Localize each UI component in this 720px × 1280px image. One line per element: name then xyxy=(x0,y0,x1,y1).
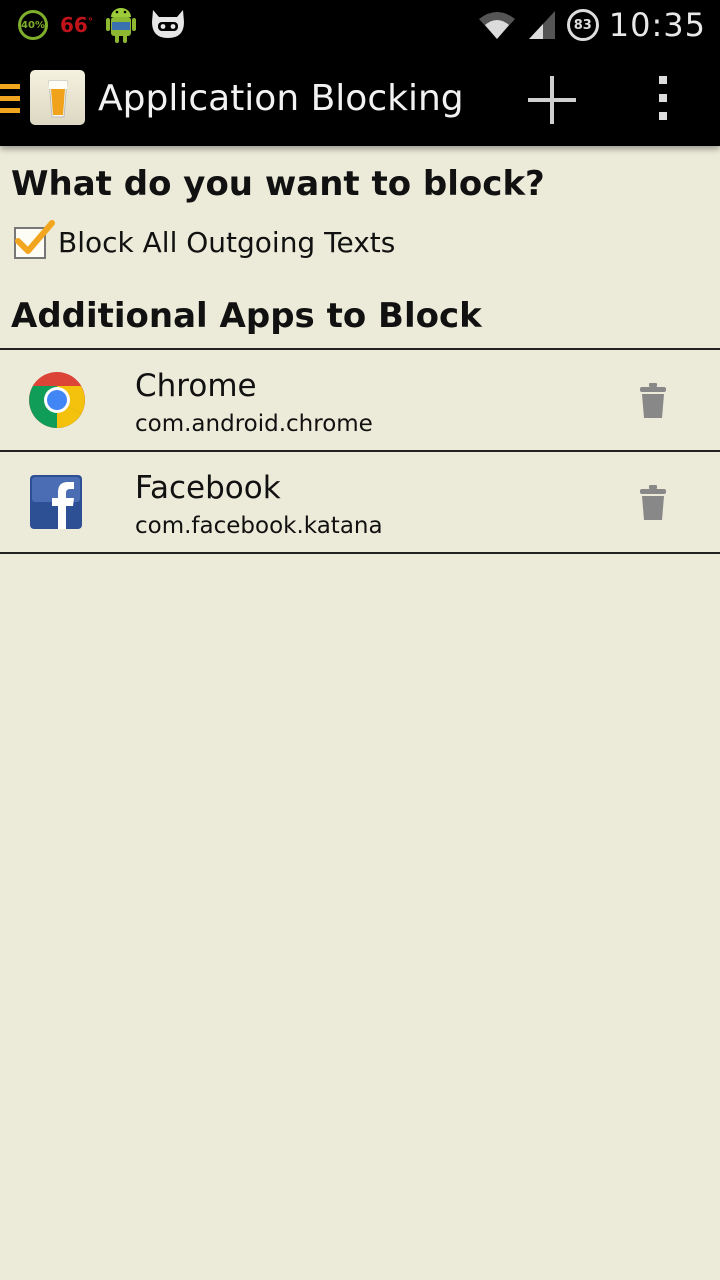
page-title: Application Blocking xyxy=(98,78,464,119)
app-logo[interactable] xyxy=(30,70,85,125)
chrome-icon xyxy=(29,372,85,428)
temperature-value: 66 xyxy=(60,13,88,37)
app-package: com.android.chrome xyxy=(135,411,373,437)
blocked-apps-list: Chrome com.android.chrome Facebook com.f… xyxy=(0,348,720,554)
facebook-icon xyxy=(30,475,82,529)
cyanogen-icon xyxy=(151,10,184,38)
list-item-facebook[interactable]: Facebook com.facebook.katana xyxy=(0,452,720,554)
app-name: Facebook xyxy=(135,470,281,506)
app-package: com.facebook.katana xyxy=(135,513,383,539)
overflow-menu-icon[interactable] xyxy=(648,76,678,120)
action-bar: Application Blocking xyxy=(0,50,720,146)
battery-percent: 40% xyxy=(21,19,45,31)
status-bar: 40% 66° 83 10:35 xyxy=(0,0,720,50)
trash-icon[interactable] xyxy=(640,383,666,419)
trash-icon[interactable] xyxy=(640,485,666,521)
notification-count-badge: 83 xyxy=(566,9,599,41)
checkmark-icon xyxy=(15,219,55,254)
android-icon xyxy=(105,8,136,43)
beer-glass-icon xyxy=(47,80,68,117)
block-all-texts-option[interactable]: Block All Outgoing Texts xyxy=(14,219,396,259)
block-all-texts-label: Block All Outgoing Texts xyxy=(58,226,396,259)
wifi-icon xyxy=(478,12,515,39)
temperature-readout: 66° xyxy=(60,13,93,37)
temperature-unit: ° xyxy=(87,16,93,28)
signal-icon xyxy=(528,11,555,39)
list-item-chrome[interactable]: Chrome com.android.chrome xyxy=(0,350,720,452)
drawer-icon[interactable] xyxy=(0,84,20,114)
apps-heading: Additional Apps to Block xyxy=(11,296,482,336)
app-name: Chrome xyxy=(135,368,257,404)
add-icon[interactable] xyxy=(526,74,578,126)
badge-number: 83 xyxy=(573,17,592,33)
block-all-texts-checkbox[interactable] xyxy=(14,219,55,259)
block-heading: What do you want to block? xyxy=(11,164,545,204)
battery-ring-icon: 40% xyxy=(18,10,48,40)
clock: 10:35 xyxy=(608,6,706,44)
